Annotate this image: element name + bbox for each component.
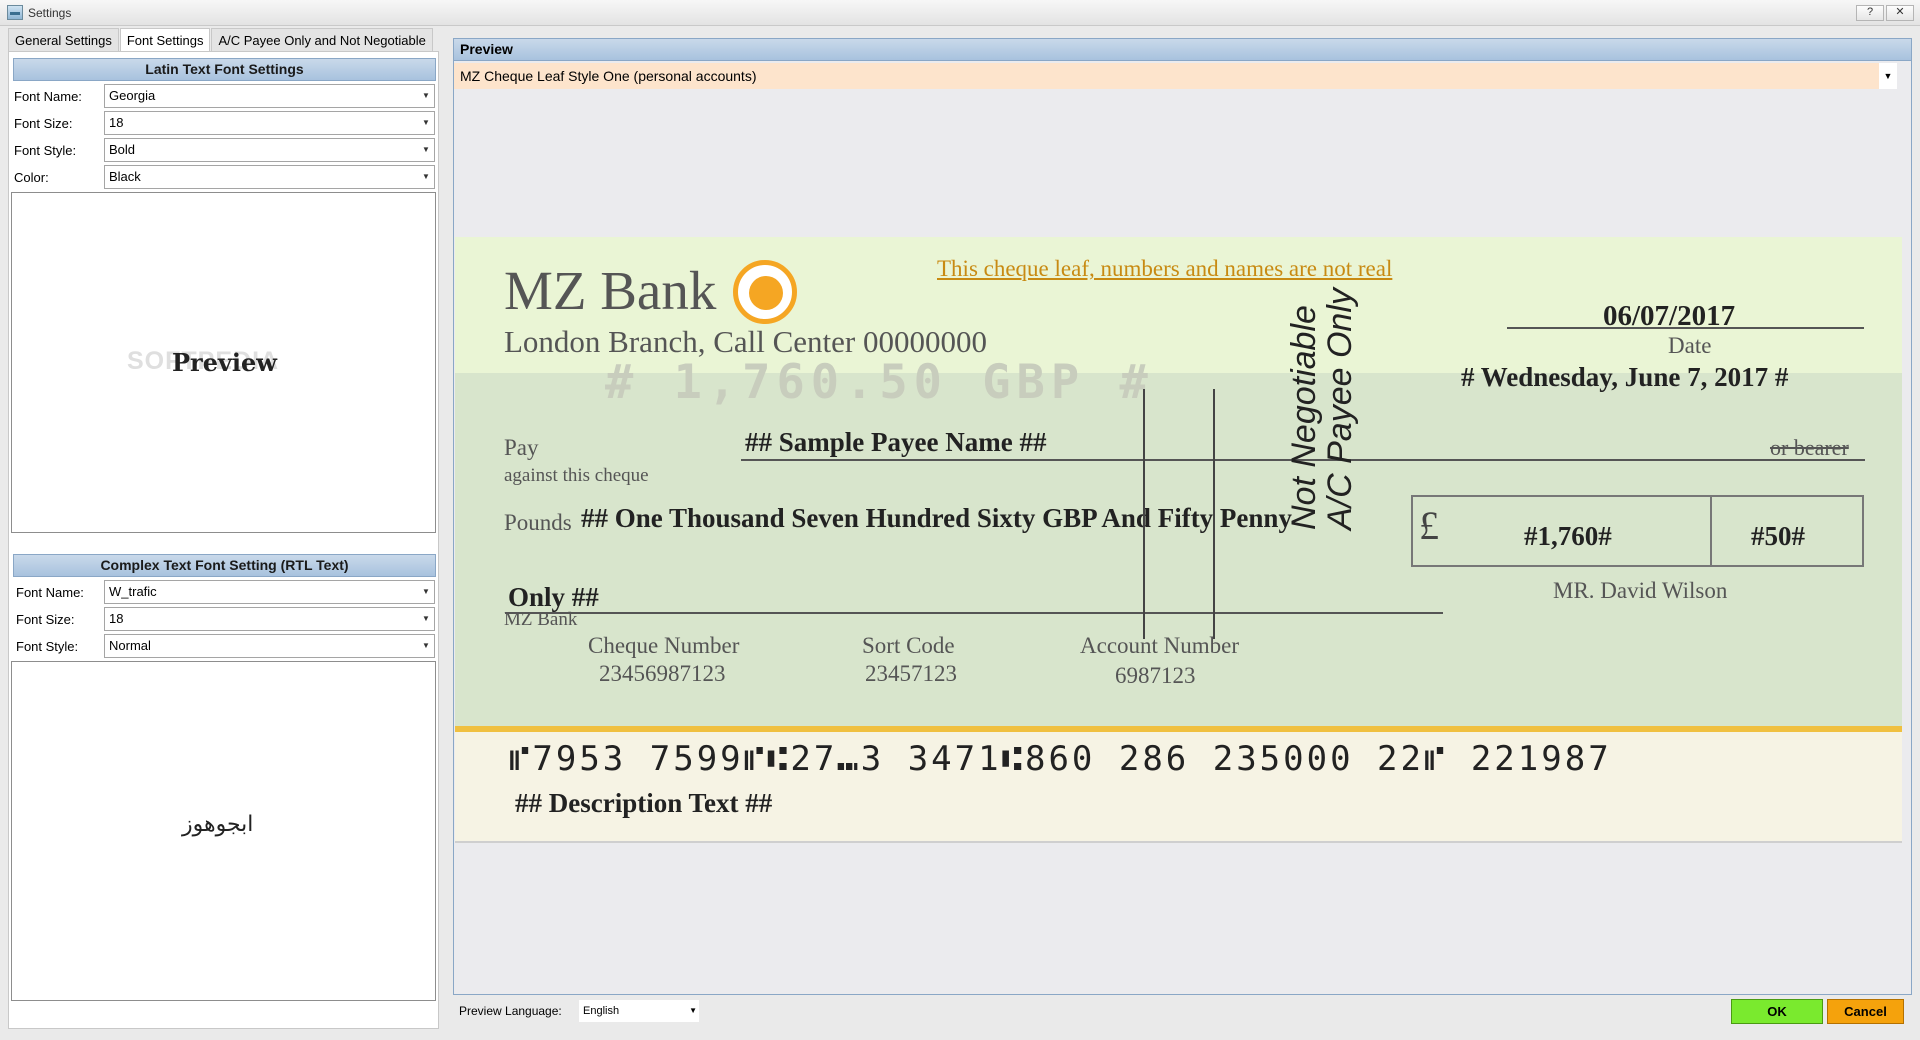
crossing-text: Not Negotiable A/C Payee Only xyxy=(1285,288,1359,530)
latin-font-name-select[interactable]: Georgia ▼ xyxy=(104,84,435,108)
payee-name: ## Sample Payee Name ## xyxy=(745,427,1047,457)
font-settings-panel: Latin Text Font Settings Font Name: Geor… xyxy=(8,51,439,1029)
bearer-label: or bearer xyxy=(1770,435,1849,460)
chevron-down-icon: ▼ xyxy=(422,587,430,596)
settings-tabs: General Settings Font Settings A/C Payee… xyxy=(8,28,434,53)
ok-button[interactable]: OK xyxy=(1731,999,1823,1024)
latin-preview-text: Preview xyxy=(172,348,277,377)
amount-box-divider xyxy=(1710,497,1712,567)
complex-preview-text: ابجوهوز xyxy=(182,812,254,837)
bank-name: MZ Bank xyxy=(504,260,717,321)
not-negotiable-text: Not Negotiable xyxy=(1285,305,1323,530)
complex-font-style-label: Font Style: xyxy=(16,639,79,654)
pounds-label: Pounds xyxy=(504,510,572,535)
complex-font-size-value: 18 xyxy=(109,611,124,626)
pay-label: Pay xyxy=(504,435,539,460)
cancel-button[interactable]: Cancel xyxy=(1827,999,1904,1024)
complex-font-style-value: Normal xyxy=(109,638,151,653)
dot-matrix-amount: # 1,760.50 GBP # xyxy=(605,355,1154,410)
cheque-bottom-edge xyxy=(455,841,1902,843)
complex-font-name-label: Font Name: xyxy=(16,585,84,600)
ac-payee-only-text: A/C Payee Only xyxy=(1321,288,1359,530)
currency-symbol: £ xyxy=(1419,503,1439,548)
latin-font-style-value: Bold xyxy=(109,142,136,157)
chevron-down-icon: ▼ xyxy=(1879,63,1897,89)
latin-font-name-value: Georgia xyxy=(109,88,156,103)
account-number-label: Account Number xyxy=(1080,633,1240,658)
latin-color-select[interactable]: Black ▼ xyxy=(104,165,435,189)
preview-language-select[interactable]: English ▼ xyxy=(579,1000,699,1022)
date-long: # Wednesday, June 7, 2017 # xyxy=(1461,362,1789,392)
cheque-preview: MZ Bank London Branch, Call Center 00000… xyxy=(455,237,1902,843)
cheque-number: 23456987123 xyxy=(599,661,726,686)
amount-in-words: ## One Thousand Seven Hundred Sixty GBP … xyxy=(581,503,1292,533)
chevron-down-icon: ▼ xyxy=(422,91,430,100)
help-button[interactable]: ? xyxy=(1856,5,1884,21)
complex-font-style-select[interactable]: Normal ▼ xyxy=(104,634,435,658)
date-label: Date xyxy=(1668,333,1712,358)
latin-font-style-select[interactable]: Bold ▼ xyxy=(104,138,435,162)
bank-logo-icon xyxy=(733,260,797,324)
preview-header: Preview xyxy=(454,39,1911,61)
latin-font-name-label: Font Name: xyxy=(14,89,82,104)
account-holder: MR. David Wilson xyxy=(1553,578,1728,603)
chevron-down-icon: ▼ xyxy=(422,118,430,127)
micr-line: ⑈7953 7599⑈⑆27⑉3 3471⑆860 286 235000 22⑈… xyxy=(509,739,1612,779)
sort-code-label: Sort Code xyxy=(862,633,955,658)
date-line xyxy=(1507,327,1864,329)
latin-font-style-label: Font Style: xyxy=(14,143,77,158)
chevron-down-icon: ▼ xyxy=(422,172,430,181)
crossing-line-left xyxy=(1143,389,1145,639)
title-bar: Settings ? ✕ xyxy=(0,0,1920,26)
latin-font-size-value: 18 xyxy=(109,115,124,130)
complex-preview-box: ابجوهوز xyxy=(11,661,436,1001)
complex-font-header: Complex Text Font Setting (RTL Text) xyxy=(13,554,436,577)
tab-general-settings[interactable]: General Settings xyxy=(8,28,119,52)
latin-font-size-label: Font Size: xyxy=(14,116,73,131)
complex-font-size-label: Font Size: xyxy=(16,612,75,627)
chevron-down-icon: ▼ xyxy=(422,641,430,650)
latin-color-value: Black xyxy=(109,169,141,184)
account-number: 6987123 xyxy=(1115,663,1196,688)
preview-language-label: Preview Language: xyxy=(459,1004,562,1018)
description-text: ## Description Text ## xyxy=(515,788,773,818)
window-title: Settings xyxy=(28,6,72,20)
chevron-down-icon: ▼ xyxy=(422,145,430,154)
chevron-down-icon: ▼ xyxy=(422,614,430,623)
latin-preview-box: SOFTPEDIA Preview xyxy=(11,192,436,533)
latin-font-header: Latin Text Font Settings xyxy=(13,58,436,81)
chevron-down-icon: ▼ xyxy=(689,1006,697,1015)
cheque-style-select[interactable]: MZ Cheque Leaf Style One (personal accou… xyxy=(454,63,1897,89)
close-button[interactable]: ✕ xyxy=(1886,5,1914,21)
only-line xyxy=(505,612,1443,614)
cheque-style-value: MZ Cheque Leaf Style One (personal accou… xyxy=(460,68,757,84)
preview-language-value: English xyxy=(583,1005,620,1017)
complex-font-name-select[interactable]: W_trafic ▼ xyxy=(104,580,435,604)
app-icon xyxy=(7,5,23,20)
tab-payee-negotiable[interactable]: A/C Payee Only and Not Negotiable xyxy=(211,28,433,52)
complex-font-size-select[interactable]: 18 ▼ xyxy=(104,607,435,631)
preview-panel: Preview MZ Cheque Leaf Style One (person… xyxy=(453,38,1912,995)
complex-font-name-value: W_trafic xyxy=(109,584,157,599)
latin-color-label: Color: xyxy=(14,170,49,185)
bank-name-small: MZ Bank xyxy=(504,609,578,630)
amount-pence: #50# xyxy=(1751,521,1805,551)
amount-number: #1,760# xyxy=(1524,521,1612,551)
tab-font-settings[interactable]: Font Settings xyxy=(119,28,211,53)
latin-font-size-select[interactable]: 18 ▼ xyxy=(104,111,435,135)
crossing-line-right xyxy=(1213,389,1215,639)
cheque-notice: This cheque leaf, numbers and names are … xyxy=(937,256,1393,281)
sort-code: 23457123 xyxy=(865,661,957,686)
cheque-number-label: Cheque Number xyxy=(588,633,740,658)
against-label: against this cheque xyxy=(504,465,649,486)
